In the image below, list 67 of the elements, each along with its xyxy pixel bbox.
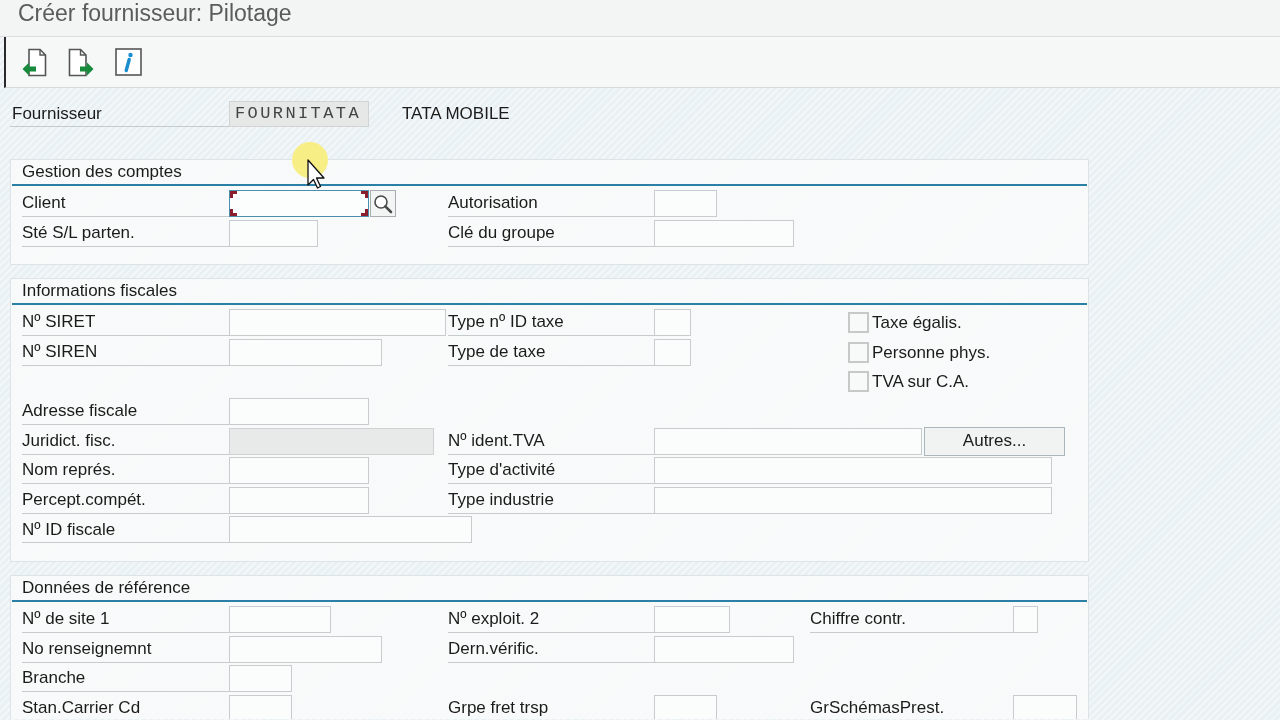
section-title: Données de référence [22, 577, 191, 597]
section-title: Gestion des comptes [22, 162, 182, 181]
field-label: Client [22, 192, 66, 215]
field-label: Nº ID fiscale [22, 518, 116, 541]
field-label: Autorisation [448, 192, 538, 215]
field-label: Branche [22, 667, 86, 690]
field-label: Adresse fiscale [22, 400, 138, 423]
input-field[interactable] [229, 397, 369, 425]
field-label: Fournisseur [12, 102, 102, 125]
input-field[interactable] [654, 427, 922, 455]
field-label: Stan.Carrier Cd [22, 696, 141, 719]
checkbox-label: TVA sur C.A. [872, 371, 969, 394]
input-field[interactable] [654, 338, 691, 366]
input-field[interactable] [229, 486, 369, 514]
input-field[interactable] [654, 486, 1052, 514]
field-label: Type d'activité [448, 459, 556, 482]
info-icon[interactable] [115, 48, 142, 76]
checkbox-label: Taxe égalis. [872, 311, 962, 334]
input-field[interactable] [229, 338, 382, 366]
checkbox[interactable] [848, 341, 869, 363]
input-field[interactable] [229, 190, 369, 217]
page-left-arrow-icon[interactable] [22, 47, 47, 77]
more-options-button[interactable]: Autres... [924, 426, 1065, 456]
field-label: Nº ident.TVA [448, 429, 545, 452]
input-field[interactable] [654, 309, 691, 337]
input-field[interactable] [229, 516, 472, 544]
input-field[interactable] [1013, 694, 1077, 719]
input-field[interactable] [229, 665, 292, 693]
input-field[interactable] [229, 309, 446, 337]
field-label: GrSchémasPrest. [810, 696, 945, 719]
input-field[interactable] [654, 605, 730, 633]
field-label: Grpe fret trsp [448, 696, 549, 719]
input-field[interactable] [654, 457, 1052, 485]
field-label: Chiffre contr. [810, 608, 907, 631]
field-label: Nom représ. [22, 459, 116, 482]
input-field[interactable] [229, 635, 382, 663]
input-field[interactable] [229, 219, 318, 247]
page-right-arrow-icon[interactable] [68, 47, 94, 77]
checkbox[interactable] [848, 312, 869, 334]
window-title: Créer fournisseur: Pilotage [18, 0, 292, 26]
field-label: Percept.compét. [22, 489, 146, 511]
field-label: Nº exploit. 2 [448, 608, 540, 631]
input-field[interactable] [229, 457, 369, 485]
section-title: Informations fiscales [22, 281, 177, 301]
input-field[interactable] [1013, 605, 1038, 633]
field-label: Juridict. fisc. [22, 429, 116, 452]
input-field[interactable] [654, 635, 794, 663]
field-label: Type de taxe [448, 341, 546, 364]
supplier-name-text: TATA MOBILE [402, 103, 510, 126]
checkbox[interactable] [848, 371, 869, 393]
field-label: Type industrie [448, 489, 554, 511]
field-label: Nº de site 1 [22, 608, 110, 631]
field-label: Type nº ID taxe [448, 311, 564, 334]
input-field[interactable] [654, 219, 794, 247]
field-label: Sté S/L parten. [22, 221, 135, 244]
input-field[interactable] [654, 694, 717, 719]
input-field[interactable] [654, 190, 717, 217]
field-label: Nº SIREN [22, 341, 98, 364]
input-field[interactable] [229, 694, 292, 719]
input-field[interactable] [229, 605, 331, 633]
display-field: FOURNITATA [229, 101, 369, 127]
field-label: Dern.vérific. [448, 637, 539, 660]
field-label: Nº SIRET [22, 311, 96, 334]
field-label: Clé du groupe [448, 221, 555, 244]
field-label: No renseignemnt [22, 637, 152, 660]
search-icon[interactable] [370, 190, 396, 217]
checkbox-label: Personne phys. [872, 341, 991, 364]
